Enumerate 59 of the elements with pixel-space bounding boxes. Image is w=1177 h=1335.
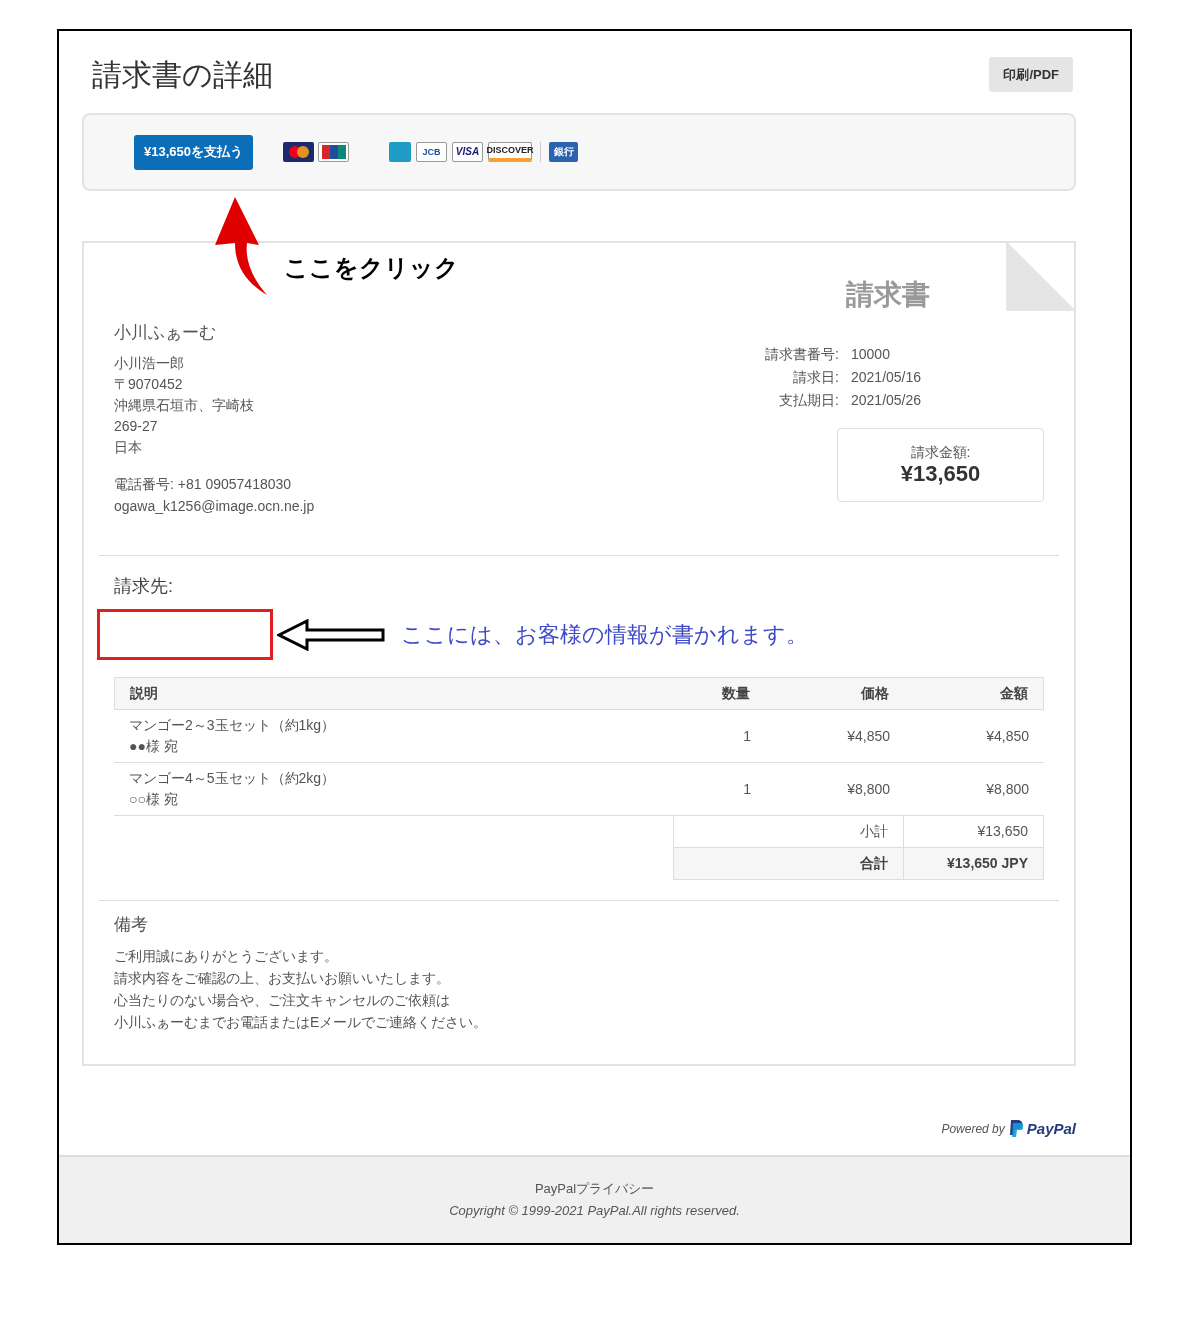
column-header: 説明 — [129, 684, 159, 703]
table-cell-text: ¥4,850 — [846, 726, 891, 746]
invoice-heading: 請求書 — [846, 278, 930, 312]
amount-due-label: 請求金額: — [910, 443, 971, 461]
powered-by-text: Powered by — [941, 1121, 1005, 1138]
pay-button[interactable]: ¥13,650を支払う — [134, 134, 253, 170]
item-recipient: ○○様 宛 — [129, 790, 179, 809]
table-cell-text: ¥4,850 — [985, 726, 1030, 746]
note-line: 小川ふぁーむまでお電話またはEメールでご連絡ください。 — [114, 1013, 489, 1032]
customer-annotation: ここには、お客様の情報が書かれます。 — [401, 620, 808, 649]
table-cell-text: 1 — [742, 726, 752, 746]
bank-logo: 銀行 — [549, 142, 578, 162]
item-description: マンゴー2～3玉セット（約1kg） — [129, 716, 337, 735]
address-line: 日本 — [114, 438, 143, 457]
total-value: ¥13,650 — [976, 822, 1029, 841]
amount-due-value: ¥13,650 — [900, 461, 981, 487]
note-line: 請求内容をご確認の上、お支払いお願いいたします。 — [114, 969, 451, 988]
paypal-logo: PayPal — [1026, 1118, 1076, 1139]
card-logo: DISCOVER — [488, 142, 532, 162]
copyright-text: Copyright © 1999-2021 PayPal.All rights reserved. — [449, 1202, 740, 1220]
column-header: 数量 — [721, 684, 751, 703]
column-header: 価格 — [860, 684, 890, 703]
seller-name: 小川ふぁーむ — [114, 322, 217, 344]
seller-email: ogawa_k1256@image.ocn.ne.jp — [114, 497, 315, 516]
card-logo: JCB — [416, 142, 447, 162]
table-cell-text: 1 — [742, 779, 752, 799]
column-header: 金額 — [999, 684, 1029, 703]
meta-value: 2021/05/16 — [851, 368, 922, 387]
item-recipient: ●●様 宛 — [129, 737, 179, 756]
paypal-p-icon — [1008, 1120, 1023, 1138]
address-line: 〒9070452 — [114, 375, 184, 394]
card-logo: VISA — [452, 142, 483, 162]
print-button[interactable]: 印刷/PDF — [989, 57, 1073, 92]
item-description: マンゴー4～5玉セット（約2kg） — [129, 769, 337, 788]
note-line: ご利用誠にありがとうございます。 — [114, 947, 339, 966]
left-arrow-icon — [277, 618, 385, 651]
card-logo — [283, 142, 314, 162]
meta-label: 請求書番号: — [764, 345, 839, 364]
address-line: 小川浩一郎 — [114, 354, 185, 373]
click-annotation: ここをクリック — [284, 254, 459, 281]
seller-phone: 電話番号: +81 09057418030 — [114, 475, 293, 494]
card-logo — [318, 142, 349, 162]
meta-value: 2021/05/26 — [851, 391, 922, 410]
card-logo — [389, 142, 411, 162]
meta-value: 10000 — [851, 345, 891, 364]
note-line: 心当たりのない場合や、ご注文キャンセルのご依頼は — [114, 991, 451, 1010]
bill-to-label: 請求先: — [114, 576, 173, 596]
meta-label: 請求日: — [792, 368, 839, 387]
total-value: ¥13,650 JPY — [946, 854, 1029, 873]
address-line: 269-27 — [114, 417, 159, 436]
address-line: 沖縄県石垣市、字崎枝 — [114, 396, 255, 415]
meta-label: 支払期日: — [778, 391, 839, 410]
table-cell-text: ¥8,800 — [846, 779, 891, 799]
total-label: 小計 — [674, 816, 904, 847]
page-title: 請求書の詳細 — [92, 57, 273, 93]
privacy-link[interactable]: PayPalプライバシー — [534, 1178, 655, 1200]
table-cell-text: ¥8,800 — [985, 779, 1030, 799]
notes-title: 備考 — [114, 914, 149, 936]
total-label: 合計 — [674, 848, 904, 879]
